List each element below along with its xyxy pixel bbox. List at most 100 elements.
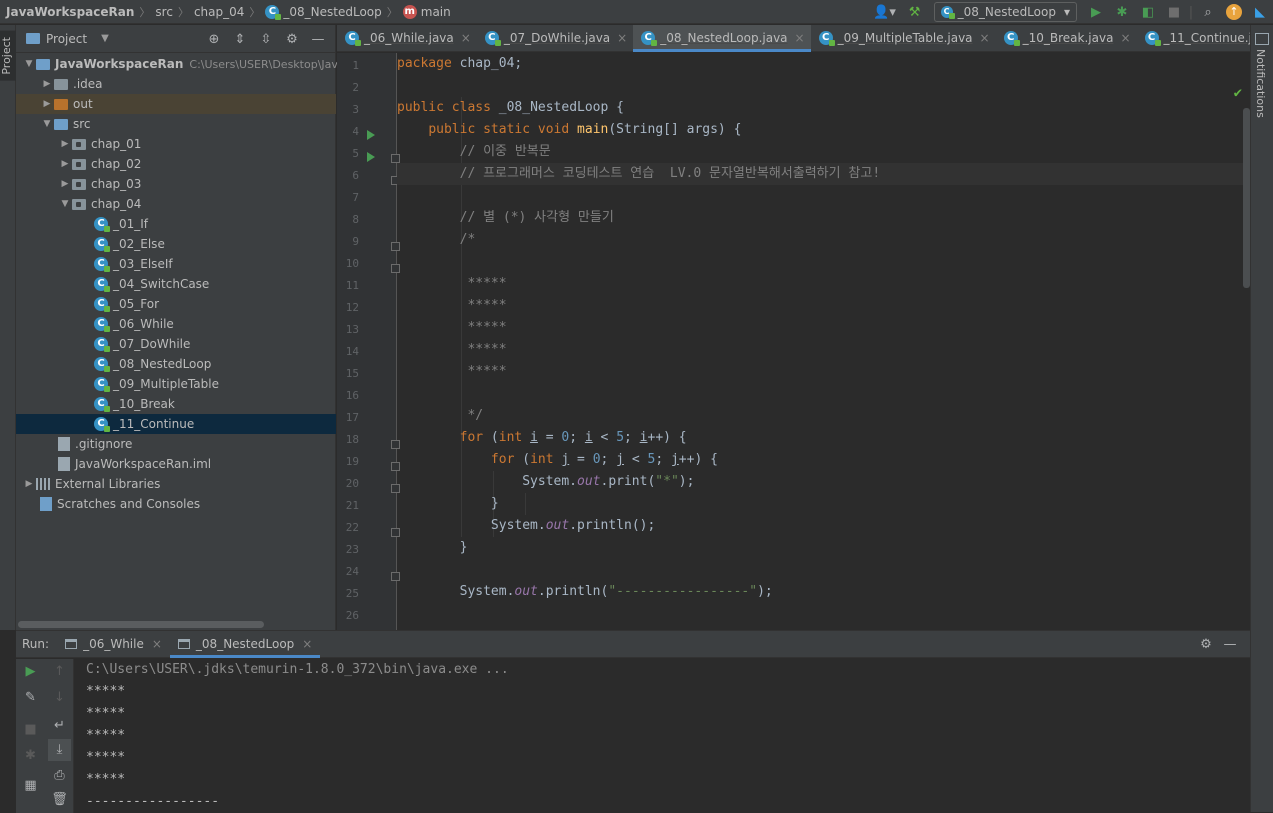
tree-item-package[interactable]: ▶chap_02 <box>16 154 336 174</box>
stop-icon[interactable]: ■ <box>16 719 45 741</box>
close-icon[interactable]: × <box>152 637 162 651</box>
close-icon[interactable]: × <box>461 31 471 45</box>
run-gutter-icon[interactable] <box>367 130 375 140</box>
run-tab-06-while[interactable]: _06_While× <box>57 631 170 658</box>
chevron-down-icon[interactable]: ▼ <box>58 199 72 209</box>
tree-item-package[interactable]: ▼chap_04 <box>16 194 336 214</box>
run-tab-08-nestedloop[interactable]: _08_NestedLoop× <box>170 631 320 658</box>
tree-item-class[interactable]: C_06_While <box>16 314 336 334</box>
tree-item-out[interactable]: ▶out <box>16 94 336 114</box>
tree-item-root[interactable]: ▼JavaWorkspaceRanC:\Users\USER\Desktop\J… <box>16 54 336 74</box>
tree-item-class[interactable]: C_04_SwitchCase <box>16 274 336 294</box>
console-output[interactable]: C:\Users\USER\.jdks\temurin-1.8.0_372\bi… <box>86 659 1246 813</box>
close-icon[interactable]: × <box>617 31 627 45</box>
breadcrumb-project[interactable]: JavaWorkspaceRan <box>0 0 137 24</box>
tree-item-class[interactable]: C_01_If <box>16 214 336 234</box>
tree-item-gitignore[interactable]: .gitignore <box>16 434 336 454</box>
tab-06-while[interactable]: C_06_While.java× <box>337 25 477 52</box>
debug-bug-icon[interactable]: ✱ <box>1109 0 1135 24</box>
run-gutter-icon[interactable] <box>367 152 375 162</box>
tab-07-dowhile[interactable]: C_07_DoWhile.java× <box>477 25 633 52</box>
close-icon[interactable]: × <box>302 637 312 651</box>
collapse-all-icon[interactable]: ⇳ <box>253 32 279 47</box>
code-line: package chap_04; <box>397 53 1250 75</box>
project-tool-window-button[interactable]: Project <box>0 31 16 81</box>
tree-item-class[interactable]: C_02_Else <box>16 234 336 254</box>
scratches-icon <box>40 497 52 511</box>
tree-item-class[interactable]: C_03_ElseIf <box>16 254 336 274</box>
wrench-icon[interactable]: ✎ <box>16 687 45 709</box>
minimize-icon[interactable]: — <box>305 32 331 47</box>
tree-item-external-libraries[interactable]: ▶External Libraries <box>16 474 336 494</box>
chevron-down-icon[interactable]: ▼ <box>101 33 109 44</box>
horizontal-scrollbar[interactable] <box>18 621 264 628</box>
line-number: 4 <box>337 125 359 138</box>
gear-icon[interactable]: ⚙ <box>279 32 305 47</box>
class-icon: C <box>94 277 108 291</box>
tree-item-iml[interactable]: JavaWorkspaceRan.iml <box>16 454 336 474</box>
close-icon[interactable]: × <box>980 31 990 45</box>
notifications-icon[interactable] <box>1255 33 1269 45</box>
notifications-tool-window-button[interactable]: Notifications <box>1254 49 1267 118</box>
chevron-right-icon[interactable]: ▶ <box>58 159 72 169</box>
code-line-current: // 프로그래머스 코딩테스트 연습 LV.0 문자열반복해서출력하기 참고! <box>397 163 1250 185</box>
rerun-icon[interactable]: ▶ <box>16 661 45 683</box>
tree-item-package[interactable]: ▶chap_03 <box>16 174 336 194</box>
locate-target-icon[interactable]: ⊕ <box>201 32 227 47</box>
debug-bug-icon[interactable]: ✱ <box>16 745 45 767</box>
tree-item-label: _05_For <box>113 297 159 311</box>
project-panel-title[interactable]: Project <box>46 32 87 46</box>
tab-08-nestedloop[interactable]: C_08_NestedLoop.java× <box>633 25 810 52</box>
stop-icon[interactable]: ■ <box>1161 0 1187 24</box>
arrow-up-icon[interactable]: ↑ <box>45 661 74 683</box>
chevron-right-icon[interactable]: ▶ <box>58 179 72 189</box>
breadcrumb-class[interactable]: C_08_NestedLoop <box>262 0 384 24</box>
tree-item-class[interactable]: C_07_DoWhile <box>16 334 336 354</box>
tree-item-class[interactable]: C_09_MultipleTable <box>16 374 336 394</box>
gear-icon[interactable]: ⚙ <box>1194 637 1218 652</box>
search-icon[interactable]: ⌕ <box>1195 0 1221 24</box>
arrow-down-icon[interactable]: ↓ <box>45 687 74 709</box>
update-icon[interactable]: ↑ <box>1221 0 1247 24</box>
tree-item-src[interactable]: ▼src <box>16 114 336 134</box>
chevron-right-icon[interactable]: ▶ <box>22 479 36 489</box>
tree-item-class[interactable]: C_10_Break <box>16 394 336 414</box>
tree-item-class[interactable]: C_08_NestedLoop <box>16 354 336 374</box>
tree-item-scratches[interactable]: Scratches and Consoles <box>16 494 336 514</box>
scroll-to-end-icon[interactable]: ⤓ <box>48 739 71 761</box>
close-icon[interactable]: × <box>795 31 805 45</box>
breadcrumb-package[interactable]: chap_04 <box>191 0 247 24</box>
tab-label: _06_While.java <box>364 31 454 45</box>
build-hammer-icon[interactable]: ⚒ <box>902 0 928 24</box>
chevron-right-icon[interactable]: ▶ <box>58 139 72 149</box>
chevron-right-icon[interactable]: ▶ <box>40 79 54 89</box>
minimize-icon[interactable]: — <box>1218 637 1242 652</box>
check-icon[interactable]: ✔ <box>1234 85 1242 101</box>
layout-icon[interactable]: ▦ <box>16 775 45 797</box>
chevron-down-icon[interactable]: ▼ <box>22 59 36 69</box>
jetbrains-logo-icon[interactable]: ◣ <box>1247 0 1273 24</box>
tree-item-idea[interactable]: ▶.idea <box>16 74 336 94</box>
package-icon <box>72 139 86 150</box>
soft-wrap-icon[interactable]: ↵ <box>45 715 74 737</box>
tab-10-break[interactable]: C_10_Break.java× <box>996 25 1137 52</box>
tree-item-package[interactable]: ▶chap_01 <box>16 134 336 154</box>
coverage-icon[interactable]: ◧ <box>1135 0 1161 24</box>
vertical-scrollbar[interactable] <box>1243 108 1250 288</box>
run-configuration-select[interactable]: C_08_NestedLoop▾ <box>934 2 1077 22</box>
chevron-right-icon[interactable]: ▶ <box>40 99 54 109</box>
code-area[interactable]: package chap_04; public class _08_Nested… <box>397 53 1250 630</box>
chevron-down-icon[interactable]: ▼ <box>40 119 54 129</box>
breadcrumb-src[interactable]: src <box>152 0 176 24</box>
user-account-icon[interactable]: 👤▾ <box>868 0 902 24</box>
tree-item-class[interactable]: C_05_For <box>16 294 336 314</box>
run-icon[interactable]: ▶ <box>1083 0 1109 24</box>
project-view-icon <box>26 33 40 44</box>
breadcrumb-method[interactable]: mmain <box>400 0 454 24</box>
tab-09-multipletable[interactable]: C_09_MultipleTable.java× <box>811 25 996 52</box>
print-icon[interactable]: ⎙ <box>45 765 74 787</box>
close-icon[interactable]: × <box>1120 31 1130 45</box>
tree-item-class-selected[interactable]: C_11_Continue <box>16 414 336 434</box>
expand-all-icon[interactable]: ⇕ <box>227 32 253 47</box>
trash-icon[interactable]: 🗑 <box>45 789 74 811</box>
